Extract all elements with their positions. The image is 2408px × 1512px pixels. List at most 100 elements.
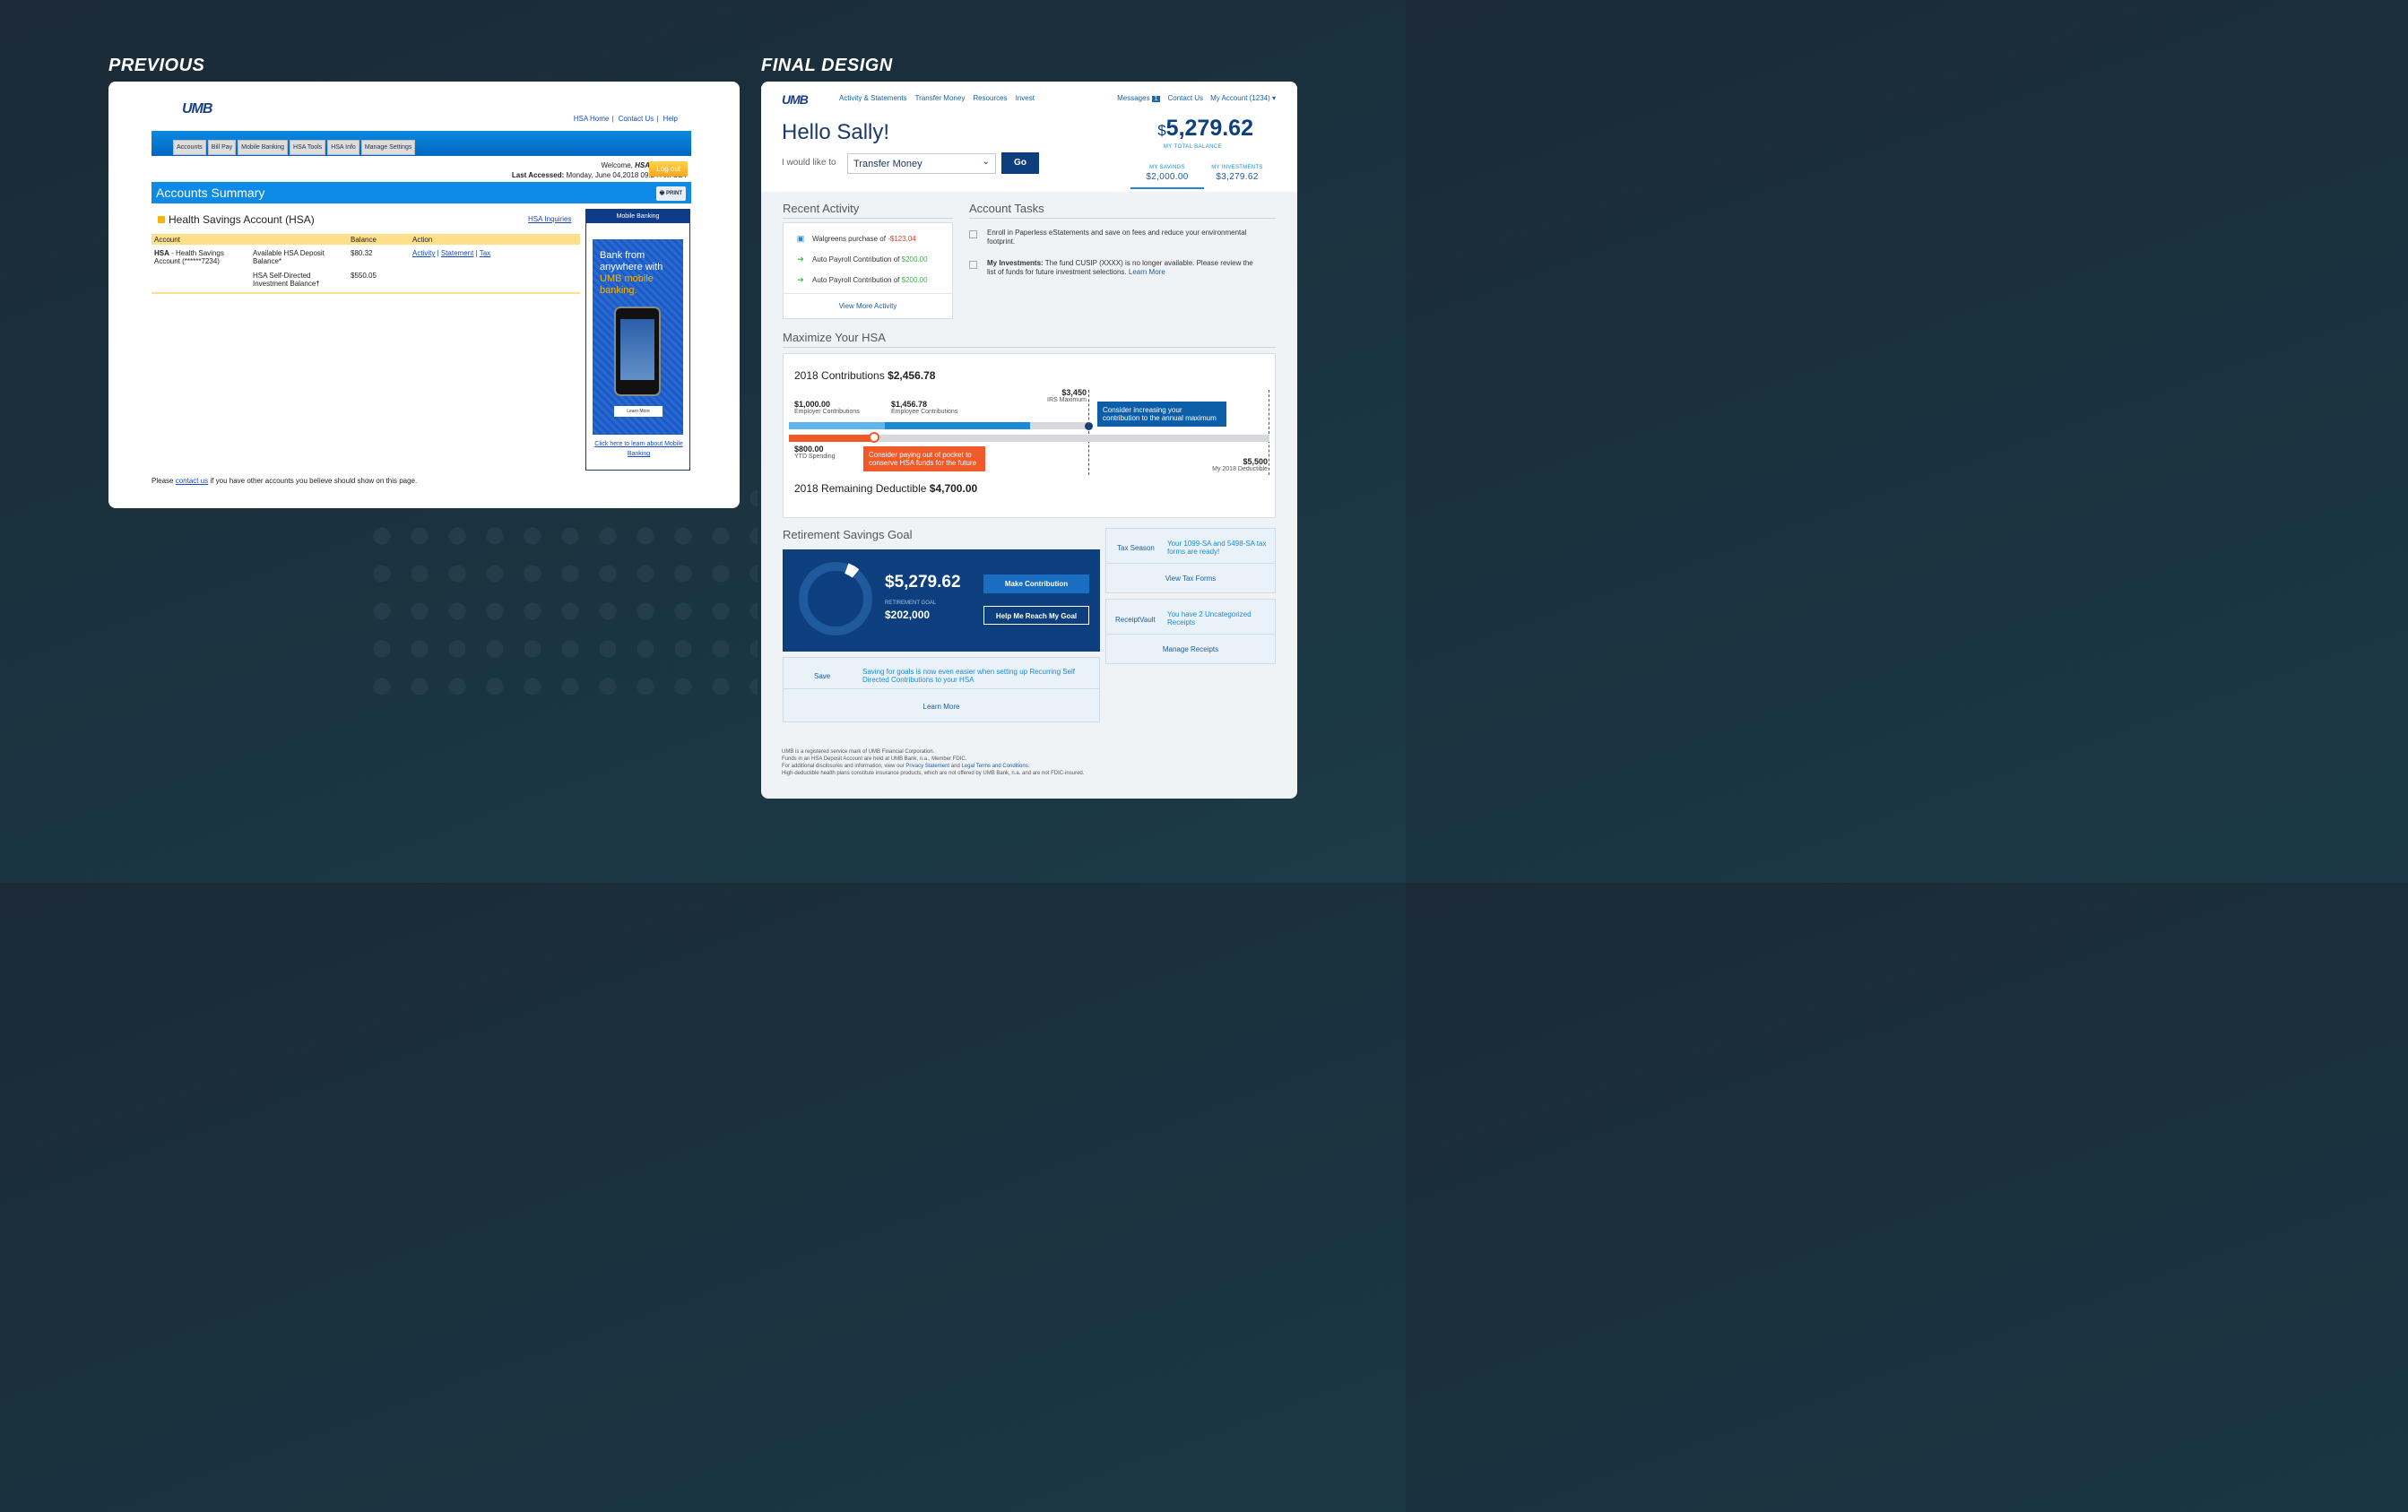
retirement-amount: $5,279.62: [885, 573, 961, 592]
page-title: Accounts Summary: [156, 186, 265, 200]
table-row: HSA - Health Savings Account (******7234…: [152, 245, 580, 294]
action-select[interactable]: Transfer Money ⌄: [847, 153, 996, 174]
tab-hsa-tools[interactable]: HSA Tools: [290, 140, 326, 155]
mobile-banking-link[interactable]: Click here to learn about Mobile Banking: [586, 439, 691, 459]
irs-maximum: $3,450 IRS Maximum: [1047, 388, 1087, 403]
tab-mobile-banking[interactable]: Mobile Banking: [238, 140, 289, 155]
pay-out-of-pocket-callout: Consider paying out of pocket to conserv…: [863, 446, 985, 471]
go-button[interactable]: Go: [1001, 152, 1039, 174]
nav-activity-statements[interactable]: Activity & Statements: [839, 94, 907, 102]
utility-nav: Messages 1 Contact Us My Account (1234) ▾: [1117, 94, 1276, 102]
print-button[interactable]: 🖶 PRINT: [655, 186, 686, 201]
learn-more-link[interactable]: Learn More: [1129, 268, 1165, 276]
task-checkbox[interactable]: [969, 261, 977, 269]
total-balance: $5,279.62: [1157, 116, 1253, 141]
receipt-icon: ▣: [796, 234, 805, 243]
arrow-right-icon: ➔: [797, 275, 804, 284]
table-header: Account Balance Action: [152, 234, 580, 245]
messages-link[interactable]: Messages 1: [1117, 94, 1161, 102]
accounts-table: Account Balance Action HSA - Health Savi…: [152, 234, 580, 294]
save-learn-more-link[interactable]: Learn More: [784, 703, 1099, 711]
increase-contribution-callout: Consider increasing your contribution to…: [1097, 402, 1226, 427]
learn-more-button[interactable]: Learn More: [614, 406, 663, 417]
receipt-vault-card: ReceiptVault You have 2 Uncategorized Re…: [1105, 599, 1276, 664]
nav-invest[interactable]: Invest: [1016, 94, 1035, 102]
retirement-goal: $202,000: [885, 609, 931, 621]
previous-label: PREVIOUS: [108, 56, 205, 75]
background-dots: [363, 480, 758, 695]
employee-bar: [885, 422, 1030, 429]
header: UMB Activity & Statements Transfer Money…: [761, 82, 1297, 192]
arrow-right-icon: ➔: [797, 255, 804, 264]
employee-contrib: $1,456.78 Employee Contributions: [891, 400, 958, 415]
employer-contrib: $1,000.00 Employer Contributions: [794, 400, 860, 415]
nav-transfer-money[interactable]: Transfer Money: [915, 94, 966, 102]
employer-bar: [789, 422, 885, 429]
my-account-dropdown[interactable]: My Account (1234) ▾: [1210, 94, 1276, 102]
recent-activity-title: Recent Activity: [783, 202, 860, 215]
tax-link[interactable]: Tax: [480, 249, 490, 257]
top-links: HSA Home | Contact Us | Help: [573, 115, 678, 123]
collapse-icon[interactable]: [158, 216, 165, 223]
list-item[interactable]: ➔ Auto Payroll Contribution of $200.00: [796, 275, 927, 284]
total-balance-label: MY TOTAL BALANCE: [1163, 144, 1222, 150]
maximize-hsa-title: Maximize Your HSA: [783, 331, 886, 344]
tab-manage-settings[interactable]: Manage Settings: [360, 140, 416, 155]
contact-us-footer-link[interactable]: contact us: [176, 477, 208, 485]
tab-accounts[interactable]: Accounts: [173, 140, 206, 155]
statement-link[interactable]: Statement: [441, 249, 473, 257]
task-item: Enroll in Paperless eStatements and save…: [969, 229, 1256, 246]
footer-note: Please contact us if you have other acco…: [152, 477, 418, 485]
retirement-goal-title: Retirement Savings Goal: [783, 528, 913, 541]
logout-button[interactable]: Log out: [649, 161, 688, 177]
ytd-spending-bar: [789, 435, 874, 442]
goal-progress-arc: [845, 563, 860, 578]
accounts-summary-header: Accounts Summary 🖶 PRINT: [152, 182, 691, 203]
legal-terms-link[interactable]: Legal Terms and Conditions.: [961, 764, 1029, 769]
tab-hsa-info[interactable]: HSA Info: [327, 140, 359, 155]
remaining-deductible: 2018 Remaining Deductible $4,700.00: [794, 482, 978, 495]
chevron-down-icon: ⌄: [982, 157, 990, 167]
contact-us-link[interactable]: Contact Us: [619, 115, 654, 123]
recent-activity-card: ▣ Walgreens purchase of -$123.04 ➔ Auto Pa…: [783, 222, 953, 319]
help-reach-goal-button[interactable]: Help Me Reach My Goal: [983, 606, 1089, 625]
final-design-panel: UMB Activity & Statements Transfer Money…: [761, 82, 1297, 799]
privacy-statement-link[interactable]: Privacy Statement: [905, 764, 949, 769]
make-contribution-button[interactable]: Make Contribution: [983, 575, 1089, 593]
task-checkbox[interactable]: [969, 230, 977, 238]
list-item[interactable]: ▣ Walgreens purchase of -$123.04: [796, 234, 916, 243]
deductible: $5,500 My 2018 Deductible: [1212, 457, 1268, 472]
hsa-title: Health Savings Account (HSA): [158, 213, 315, 226]
view-tax-forms-link[interactable]: View Tax Forms: [1106, 575, 1275, 583]
legal-footer: UMB is a registered service mark of UMB …: [782, 749, 1085, 776]
account-tasks-title: Account Tasks: [969, 202, 1044, 215]
view-more-activity-link[interactable]: View More Activity: [784, 302, 952, 310]
ytd-spending: $800.00 YTD Spending: [794, 445, 836, 460]
mobile-ad-image[interactable]: Bank from anywhere with UMB mobile banki…: [593, 239, 683, 435]
greeting: Hello Sally!: [782, 120, 890, 144]
final-design-label: FINAL DESIGN: [761, 56, 893, 75]
hsa-home-link[interactable]: HSA Home: [574, 115, 610, 123]
would-like-label: I would like to: [782, 158, 836, 168]
nav-resources[interactable]: Resources: [973, 94, 1007, 102]
umb-logo: UMB: [182, 101, 212, 117]
activity-link[interactable]: Activity: [412, 249, 435, 257]
hsa-contributions-card: 2018 Contributions $2,456.78 $1,000.00 Em…: [783, 353, 1276, 518]
main-nav: Activity & Statements Transfer Money Res…: [839, 94, 1035, 102]
my-investments-tab[interactable]: MY INVESTMENTS $3,279.62: [1204, 165, 1270, 182]
list-item[interactable]: ➔ Auto Payroll Contribution of $200.00: [796, 255, 927, 264]
tab-bill-pay[interactable]: Bill Pay: [207, 140, 237, 155]
contact-us-link[interactable]: Contact Us: [1167, 94, 1203, 102]
old-nav-bar: Accounts Bill Pay Mobile Banking HSA Tools H…: [152, 131, 691, 156]
umb-logo[interactable]: UMB: [782, 92, 809, 107]
hsa-inquiries-link[interactable]: HSA Inquiries: [528, 215, 571, 223]
help-link[interactable]: Help: [663, 115, 678, 123]
my-savings-tab[interactable]: MY SAVINGS $2,000.00: [1130, 165, 1204, 189]
messages-badge: 1: [1151, 96, 1161, 102]
save-promo-card: Save Saving for goals is now even easier…: [783, 657, 1100, 722]
tax-season-card: Tax Season Your 1099-SA and 5498-SA tax …: [1105, 528, 1276, 593]
phone-image: [614, 307, 661, 396]
ytd-marker: [869, 432, 879, 443]
manage-receipts-link[interactable]: Manage Receipts: [1106, 645, 1275, 653]
retirement-card: $5,279.62 RETIREMENT GOAL $202,000 Make …: [783, 549, 1100, 652]
